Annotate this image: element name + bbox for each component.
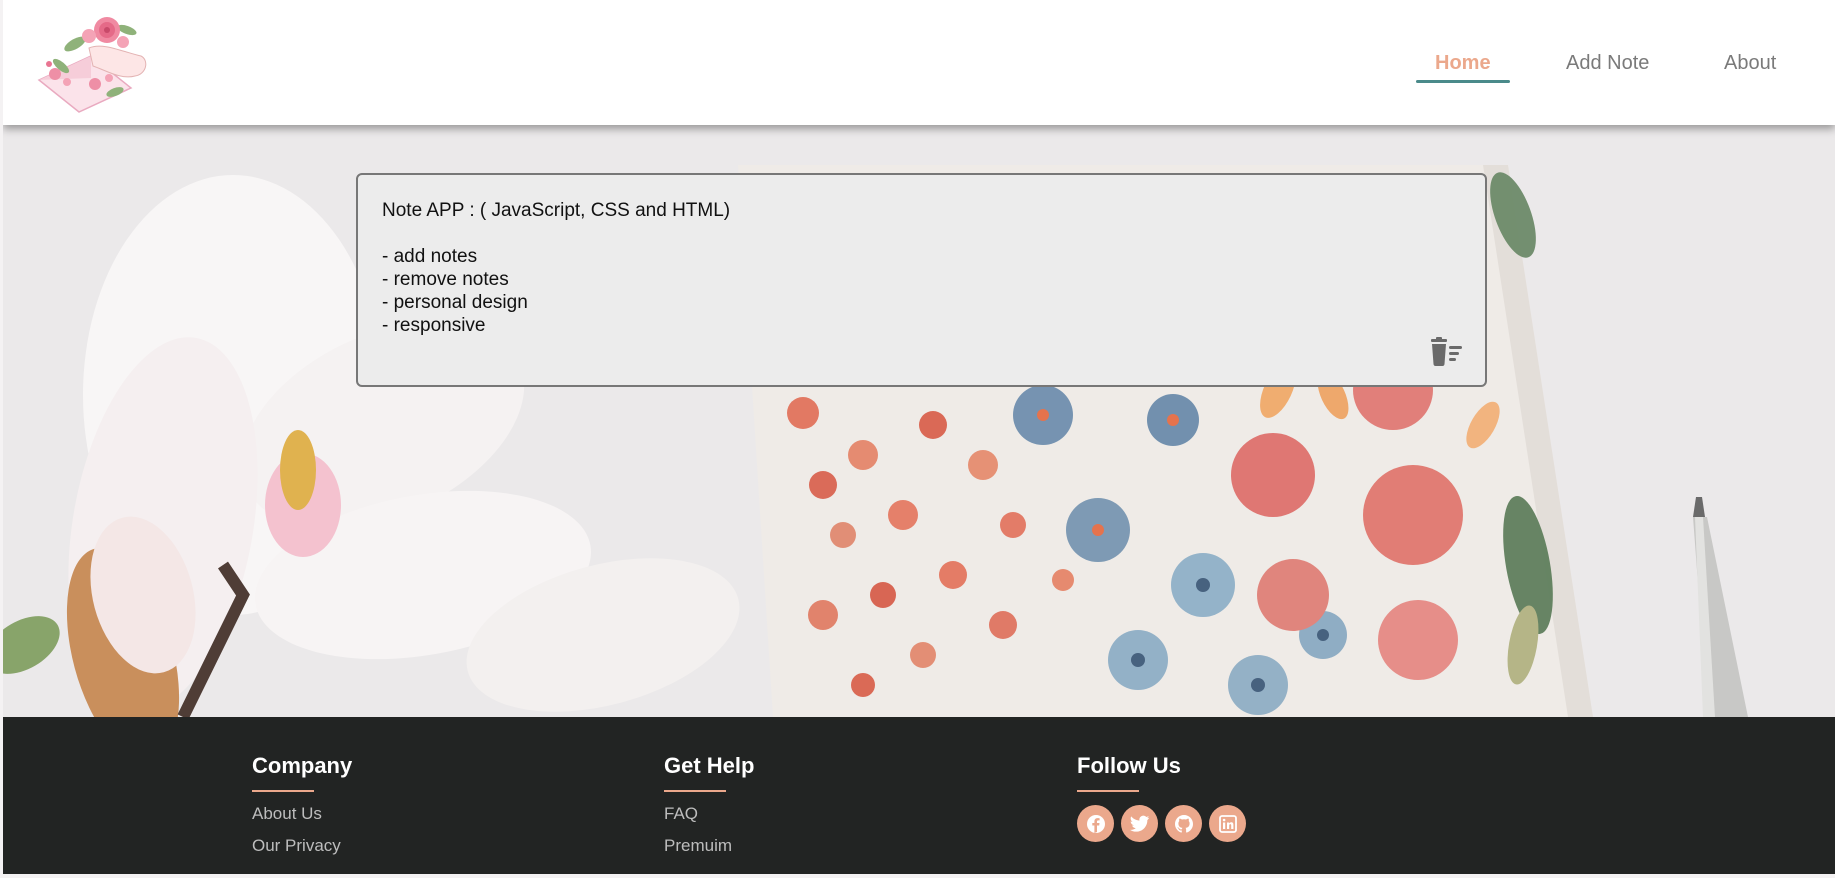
github-icon xyxy=(1174,814,1193,833)
footer-company-title: Company xyxy=(252,753,353,778)
footer-title-underline xyxy=(664,790,726,792)
facebook-icon xyxy=(1086,814,1105,833)
footer-link-our-privacy[interactable]: Our Privacy xyxy=(252,836,352,856)
app-window: Home Add Note About Note APP: (JavaScr… xyxy=(3,0,1835,874)
footer-company-column: Company About Us Our Privacy xyxy=(252,753,352,856)
trash-icon xyxy=(1431,337,1462,366)
nav-home[interactable]: Home xyxy=(1435,52,1491,75)
github-button[interactable] xyxy=(1165,805,1202,842)
linkedin-icon xyxy=(1218,814,1237,833)
header: Home Add Note About xyxy=(3,0,1835,125)
linkedin-button[interactable] xyxy=(1209,805,1246,842)
flower-letter-logo-icon xyxy=(37,17,147,113)
footer-title-underline xyxy=(1077,790,1139,792)
logo[interactable] xyxy=(31,8,151,116)
footer-follow-column: Follow Us xyxy=(1077,753,1246,842)
footer-help-title: Get Help xyxy=(664,753,755,778)
delete-note-button[interactable] xyxy=(1429,337,1463,367)
facebook-button[interactable] xyxy=(1077,805,1114,842)
footer-link-premium[interactable]: Premuim xyxy=(664,836,754,856)
nav-active-indicator xyxy=(1416,80,1510,83)
footer-link-faq[interactable]: FAQ xyxy=(664,804,754,824)
footer-follow-title: Follow Us xyxy=(1077,753,1181,778)
footer: Company About Us Our Privacy Get Help FA… xyxy=(3,717,1835,874)
footer-link-about-us[interactable]: About Us xyxy=(252,804,352,824)
social-links xyxy=(1077,805,1246,842)
nav-add-note[interactable]: Add Note xyxy=(1566,52,1649,75)
footer-title-underline xyxy=(252,790,314,792)
footer-help-column: Get Help FAQ Premuim xyxy=(664,753,754,856)
twitter-icon xyxy=(1129,815,1149,832)
note-card: Note APP : ( JavaScript, CSS and HTML) -… xyxy=(356,173,1487,387)
nav-about[interactable]: About xyxy=(1724,52,1776,75)
twitter-button[interactable] xyxy=(1121,805,1158,842)
note-text: Note APP : ( JavaScript, CSS and HTML) -… xyxy=(382,200,731,336)
